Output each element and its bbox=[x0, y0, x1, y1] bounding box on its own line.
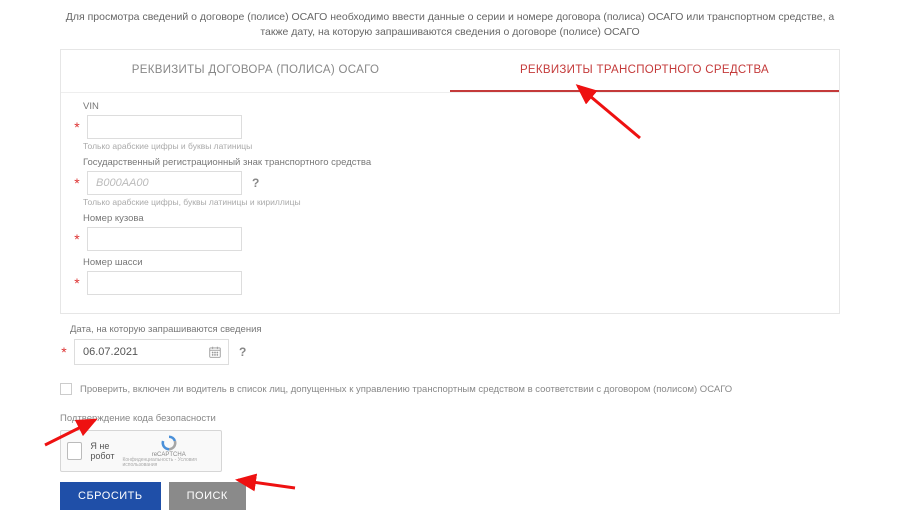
form-body: VIN * Только арабские цифры и буквы лати… bbox=[61, 93, 839, 295]
reset-button[interactable]: СБРОСИТЬ bbox=[60, 482, 161, 510]
required-asterisk: * bbox=[60, 344, 68, 360]
tab-vehicle[interactable]: РЕКВИЗИТЫ ТРАНСПОРТНОГО СРЕДСТВА bbox=[450, 50, 839, 92]
field-plate: Государственный регистрационный знак тра… bbox=[73, 157, 827, 207]
driver-check-label: Проверить, включен ли водитель в список … bbox=[80, 384, 732, 395]
chassis-input[interactable] bbox=[87, 271, 242, 295]
driver-checkbox[interactable] bbox=[60, 383, 72, 395]
help-icon[interactable]: ? bbox=[248, 176, 263, 190]
required-asterisk: * bbox=[73, 119, 81, 135]
tab-bar: РЕКВИЗИТЫ ДОГОВОРА (ПОЛИСА) ОСАГО РЕКВИЗ… bbox=[61, 50, 839, 93]
vin-label: VIN bbox=[73, 101, 827, 112]
tab-policy[interactable]: РЕКВИЗИТЫ ДОГОВОРА (ПОЛИСА) ОСАГО bbox=[61, 50, 450, 92]
date-value: 06.07.2021 bbox=[83, 346, 138, 358]
required-asterisk: * bbox=[73, 275, 81, 291]
captcha-section: Подтверждение кода безопасности Я не роб… bbox=[60, 413, 840, 472]
chassis-label: Номер шасси bbox=[73, 257, 827, 268]
plate-hint: Только арабские цифры, буквы латиницы и … bbox=[73, 197, 827, 207]
help-icon[interactable]: ? bbox=[235, 345, 250, 359]
recaptcha-widget: Я не робот reCAPTCHA Конфиденциальность … bbox=[60, 430, 222, 472]
recaptcha-sub: Конфиденциальность - Условия использован… bbox=[122, 458, 215, 468]
field-vin: VIN * Только арабские цифры и буквы лати… bbox=[73, 101, 827, 151]
button-row: СБРОСИТЬ ПОИСК bbox=[60, 482, 840, 510]
required-asterisk: * bbox=[73, 231, 81, 247]
form-panel: РЕКВИЗИТЫ ДОГОВОРА (ПОЛИСА) ОСАГО РЕКВИЗ… bbox=[60, 49, 840, 314]
body-label: Номер кузова bbox=[73, 213, 827, 224]
calendar-icon[interactable] bbox=[208, 345, 222, 359]
field-chassis: Номер шасси * bbox=[73, 257, 827, 295]
date-section: Дата, на которую запрашиваются сведения … bbox=[60, 324, 840, 365]
body-input[interactable] bbox=[87, 227, 242, 251]
driver-check-row: Проверить, включен ли водитель в список … bbox=[60, 383, 840, 395]
vin-input[interactable] bbox=[87, 115, 242, 139]
captcha-section-label: Подтверждение кода безопасности bbox=[60, 413, 840, 424]
plate-label: Государственный регистрационный знак тра… bbox=[73, 157, 827, 168]
plate-input[interactable] bbox=[87, 171, 242, 195]
field-body: Номер кузова * bbox=[73, 213, 827, 251]
date-label: Дата, на которую запрашиваются сведения bbox=[60, 324, 840, 335]
intro-text: Для просмотра сведений о договоре (полис… bbox=[0, 0, 900, 45]
search-button[interactable]: ПОИСК bbox=[169, 482, 246, 510]
date-input[interactable]: 06.07.2021 bbox=[74, 339, 229, 365]
required-asterisk: * bbox=[73, 175, 81, 191]
recaptcha-text: Я не робот bbox=[90, 441, 114, 461]
recaptcha-logo: reCAPTCHA Конфиденциальность - Условия и… bbox=[122, 434, 215, 468]
vin-hint: Только арабские цифры и буквы латиницы bbox=[73, 141, 827, 151]
recaptcha-checkbox[interactable] bbox=[67, 442, 82, 460]
